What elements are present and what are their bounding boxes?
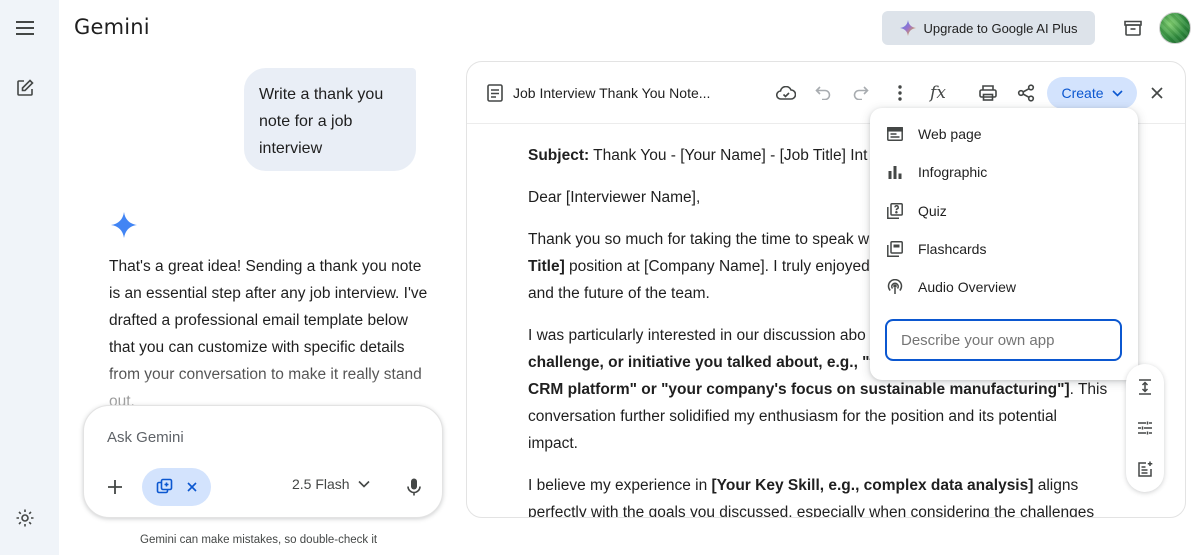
more-options-icon[interactable] — [887, 80, 913, 106]
doc-p3-line2: perfectly with the goals you discussed, … — [528, 504, 1095, 518]
share-icon[interactable] — [1013, 80, 1039, 106]
podcast-icon — [886, 278, 904, 296]
doc-p1-line1: Thank you so much for taking the time to… — [528, 231, 870, 248]
adjust-length-icon[interactable] — [1132, 374, 1158, 400]
web-page-icon — [886, 125, 904, 143]
doc-p2-line4: conversation further solidified my enthu… — [528, 408, 1058, 425]
chip-close-icon[interactable] — [187, 482, 197, 492]
doc-p2-line5: impact. — [528, 435, 578, 452]
microphone-icon — [407, 478, 421, 496]
menu-item-web-page[interactable]: Web page — [870, 116, 1138, 152]
left-rail — [0, 0, 59, 555]
close-icon — [1151, 87, 1163, 99]
menu-item-infographic[interactable]: Infographic — [870, 154, 1138, 190]
add-attachment-button[interactable] — [100, 472, 130, 502]
doc-p2-line3-rest: . This — [1069, 381, 1108, 398]
menu-item-label: Audio Overview — [918, 279, 1017, 295]
user-message-text: Write a thank you note for a job intervi… — [259, 86, 384, 157]
redo-icon[interactable] — [848, 80, 874, 106]
user-message-bubble: Write a thank you note for a job intervi… — [244, 68, 416, 171]
menu-item-label: Infographic — [918, 164, 988, 180]
microphone-button[interactable] — [401, 474, 427, 500]
quiz-icon — [886, 202, 904, 220]
model-label: 2.5 Flash — [292, 476, 350, 492]
flashcards-icon — [886, 240, 904, 258]
avatar[interactable] — [1159, 12, 1191, 44]
model-selector[interactable]: 2.5 Flash — [292, 476, 370, 492]
print-icon[interactable] — [975, 80, 1001, 106]
doc-p1-line2-rest: position at [Company Name]. I truly enjo… — [564, 258, 870, 275]
bar-chart-icon — [886, 163, 904, 181]
sparkle-icon — [899, 20, 916, 36]
upgrade-button[interactable]: Upgrade to Google AI Plus — [882, 11, 1095, 45]
function-icon[interactable]: fx — [925, 80, 951, 106]
menu-item-audio-overview[interactable]: Audio Overview — [870, 269, 1138, 305]
canvas-title[interactable]: Job Interview Thank You Note... — [513, 85, 710, 101]
doc-p3-line1-start: I believe my experience in — [528, 477, 712, 494]
doc-p3-line1-rest: aligns — [1033, 477, 1079, 494]
plus-icon — [108, 480, 122, 494]
doc-p2-line1: I was particularly interested in our dis… — [528, 327, 866, 344]
brand-title: Gemini — [74, 15, 150, 39]
canvas-icon — [156, 478, 173, 494]
doc-subject-text: Thank You - [Your Name] - [Job Title] In… — [589, 147, 868, 164]
doc-p2-line2-bold: challenge, or initiative you talked abou… — [528, 354, 885, 371]
settings-icon[interactable] — [9, 502, 41, 534]
disclaimer-text: Gemini can make mistakes, so double-chec… — [140, 534, 378, 546]
chevron-down-icon — [1111, 89, 1123, 97]
prompt-input-box[interactable]: Ask Gemini 2.5 Flash — [83, 405, 443, 518]
upgrade-label: Upgrade to Google AI Plus — [923, 20, 1078, 36]
describe-app-input[interactable] — [885, 319, 1122, 361]
menu-item-flashcards[interactable]: Flashcards — [870, 231, 1138, 267]
doc-p3-line1-bold: [Your Key Skill, e.g., complex data anal… — [711, 477, 1034, 494]
side-toolbar — [1126, 364, 1164, 492]
archive-icon[interactable] — [1117, 12, 1149, 44]
canvas-tool-chip[interactable] — [142, 468, 211, 506]
suggest-edits-icon[interactable] — [1132, 456, 1158, 482]
doc-p1-line3: and the future of the team. — [528, 285, 710, 302]
gemini-sparkle-icon — [111, 212, 137, 238]
document-icon — [487, 84, 503, 102]
new-chat-icon[interactable] — [9, 72, 41, 104]
doc-p2-line3-bold: CRM platform" or "your company's focus o… — [528, 381, 1070, 398]
menu-item-label: Flashcards — [918, 241, 987, 257]
create-button[interactable]: Create — [1047, 77, 1137, 109]
doc-p1-line2-bold: Title] — [528, 258, 565, 275]
doc-subject-label: Subject: — [528, 147, 590, 164]
undo-icon[interactable] — [810, 80, 836, 106]
chevron-down-icon — [358, 480, 370, 488]
create-label: Create — [1061, 85, 1104, 101]
doc-paragraph-3: I believe my experience in [Your Key Ski… — [528, 472, 1128, 518]
menu-item-label: Quiz — [918, 203, 947, 219]
menu-icon[interactable] — [9, 12, 41, 44]
tune-icon[interactable] — [1132, 415, 1158, 441]
cloud-save-icon[interactable] — [773, 80, 799, 106]
menu-item-label: Web page — [918, 126, 982, 142]
close-canvas-button[interactable] — [1144, 80, 1170, 106]
prompt-input[interactable]: Ask Gemini — [107, 429, 184, 446]
menu-item-quiz[interactable]: Quiz — [870, 193, 1138, 229]
create-menu: Web page Infographic Quiz Flashcards Aud… — [870, 108, 1138, 380]
